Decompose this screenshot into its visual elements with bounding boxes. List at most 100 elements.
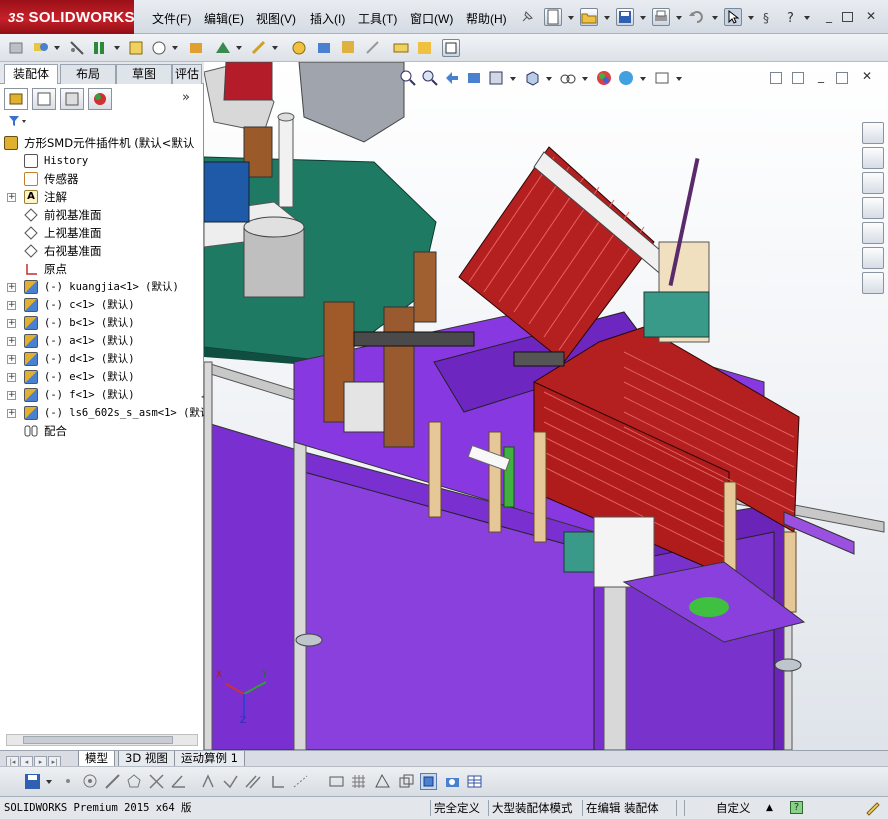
display-style-icon[interactable] <box>560 70 576 86</box>
previous-view-icon[interactable] <box>444 70 460 86</box>
select-pointer-icon[interactable] <box>724 8 742 26</box>
menu-file[interactable]: 文件(F) <box>152 10 191 27</box>
construction-line-icon[interactable] <box>292 773 309 790</box>
update-speedpak-icon[interactable] <box>392 39 410 57</box>
chevron-down-icon[interactable] <box>568 16 574 20</box>
quick-tips-icon[interactable] <box>864 800 880 817</box>
view-palette-icon[interactable] <box>862 197 884 219</box>
feature-tree-tab-icon[interactable] <box>4 88 28 110</box>
tree-item-kuangjia[interactable]: + (-) kuangjia<1> (默认) <box>0 278 204 296</box>
tree-item-e[interactable]: + (-) e<1> (默认) <box>0 368 204 386</box>
appearances-icon[interactable] <box>862 222 884 244</box>
viewport-close-icon[interactable]: ✕ <box>860 70 874 82</box>
solidworks-resources-icon[interactable] <box>862 122 884 144</box>
rebuild-icon[interactable]: § <box>760 8 778 26</box>
chevron-down-icon[interactable] <box>804 16 810 20</box>
tree-item-top-plane[interactable]: 上视基准面 <box>0 224 204 242</box>
take-snapshot-icon[interactable] <box>416 39 434 57</box>
tab-motion-study-1[interactable]: 运动算例 1 <box>174 751 245 767</box>
chevron-down-icon[interactable] <box>46 780 52 784</box>
viewport-restore-icon[interactable] <box>836 72 848 84</box>
tree-item-annotations[interactable]: + A 注解 <box>0 188 204 206</box>
smart-dimension-icon[interactable] <box>222 773 239 790</box>
perpendicular-icon[interactable] <box>270 773 287 790</box>
tree-item-right-plane[interactable]: 右视基准面 <box>0 242 204 260</box>
custom-properties-icon[interactable] <box>862 247 884 269</box>
tree-item-origin[interactable]: 原点 <box>0 260 204 278</box>
tab-model[interactable]: 模型 <box>78 751 115 767</box>
tab-sketch[interactable]: 草图 <box>116 64 172 84</box>
linear-pattern-icon[interactable] <box>68 39 86 57</box>
undo-icon[interactable] <box>688 8 706 26</box>
mirror-icon[interactable] <box>200 773 217 790</box>
graphics-area[interactable]: _ ✕ X Y Z <box>204 62 888 750</box>
tree-item-d[interactable]: + (-) d<1> (默认) <box>0 350 204 368</box>
display-manager-tab-icon[interactable] <box>88 88 112 110</box>
units-chevron-up-icon[interactable]: ▲ <box>766 800 773 817</box>
tree-item-sensors[interactable]: 传感器 <box>0 170 204 188</box>
instant3d-icon[interactable] <box>364 39 382 57</box>
expand-icon[interactable]: + <box>7 193 16 202</box>
view-orientation-icon[interactable] <box>524 70 540 86</box>
tree-item-f[interactable]: + (-) f<1> (默认) <box>0 386 204 404</box>
tree-item-b[interactable]: + (-) b<1> (默认) <box>0 314 204 332</box>
viewport-split-icon[interactable] <box>792 72 804 84</box>
zoom-to-area-icon[interactable] <box>422 70 438 86</box>
restore-icon[interactable] <box>842 12 853 22</box>
new-motion-study-icon[interactable] <box>250 39 268 57</box>
funnel-icon[interactable] <box>8 114 30 131</box>
chevron-down-icon[interactable] <box>640 77 646 81</box>
configuration-manager-tab-icon[interactable] <box>60 88 84 110</box>
tree-item-a[interactable]: + (-) a<1> (默认) <box>0 332 204 350</box>
triangle-icon[interactable] <box>374 773 391 790</box>
menu-help[interactable]: 帮助(H) <box>466 10 507 27</box>
chevron-down-icon[interactable] <box>510 77 516 81</box>
polygon-icon[interactable] <box>126 773 143 790</box>
assembly-features-icon[interactable] <box>188 39 206 57</box>
menu-window[interactable]: 窗口(W) <box>410 10 453 27</box>
bill-of-materials-icon[interactable] <box>290 39 308 57</box>
menu-insert[interactable]: 插入(I) <box>310 10 345 27</box>
expand-icon[interactable]: + <box>7 301 16 310</box>
table-icon[interactable] <box>466 773 483 790</box>
design-library-icon[interactable] <box>862 147 884 169</box>
units-selector[interactable]: 自定义 <box>716 800 751 817</box>
tab-layout[interactable]: 布局 <box>60 64 116 84</box>
apply-scene-icon[interactable] <box>618 70 634 86</box>
angle-icon[interactable] <box>170 773 187 790</box>
save-icon[interactable] <box>24 773 41 790</box>
reference-geometry-icon[interactable] <box>214 39 232 57</box>
section-view-icon[interactable] <box>466 70 482 86</box>
help-icon[interactable]: ? <box>784 8 802 26</box>
chevron-down-icon[interactable] <box>582 77 588 81</box>
show-hidden-icon[interactable] <box>150 39 168 57</box>
horizontal-scrollbar[interactable] <box>6 734 198 746</box>
chevron-down-icon[interactable] <box>54 46 60 50</box>
camera-icon[interactable] <box>444 773 461 790</box>
menu-tools[interactable]: 工具(T) <box>358 10 397 27</box>
tree-item-c[interactable]: + (-) c<1> (默认) <box>0 296 204 314</box>
large-assembly-mode-icon[interactable] <box>442 39 460 57</box>
expand-icon[interactable]: + <box>7 409 16 418</box>
expand-icon[interactable]: + <box>7 391 16 400</box>
new-document-icon[interactable] <box>544 8 562 26</box>
more-tabs-icon[interactable]: » <box>182 90 190 105</box>
expand-icon[interactable]: + <box>7 337 16 346</box>
circle-target-icon[interactable] <box>82 773 99 790</box>
tree-item-ls6-asm[interactable]: + (-) ls6_602s_s_asm<1> (默认 <box>0 404 210 422</box>
view-settings-icon[interactable] <box>654 70 670 86</box>
tree-item-front-plane[interactable]: 前视基准面 <box>0 206 204 224</box>
quick-tips-help-icon[interactable]: ? <box>790 801 803 814</box>
explode-line-sketch-icon[interactable] <box>340 39 358 57</box>
trim-icon[interactable] <box>148 773 165 790</box>
viewport-minimize-icon[interactable]: _ <box>814 70 828 82</box>
chevron-down-icon[interactable] <box>676 16 682 20</box>
move-component-icon[interactable] <box>128 39 146 57</box>
mate-icon[interactable] <box>32 39 50 57</box>
point-icon[interactable] <box>60 773 77 790</box>
chevron-down-icon[interactable] <box>114 46 120 50</box>
tab-assembly[interactable]: 装配体 <box>4 64 58 85</box>
solidworks-logo[interactable]: 3S SOLIDWORKS <box>0 0 135 34</box>
chevron-down-icon[interactable] <box>676 77 682 81</box>
insert-component-icon[interactable] <box>8 39 26 57</box>
